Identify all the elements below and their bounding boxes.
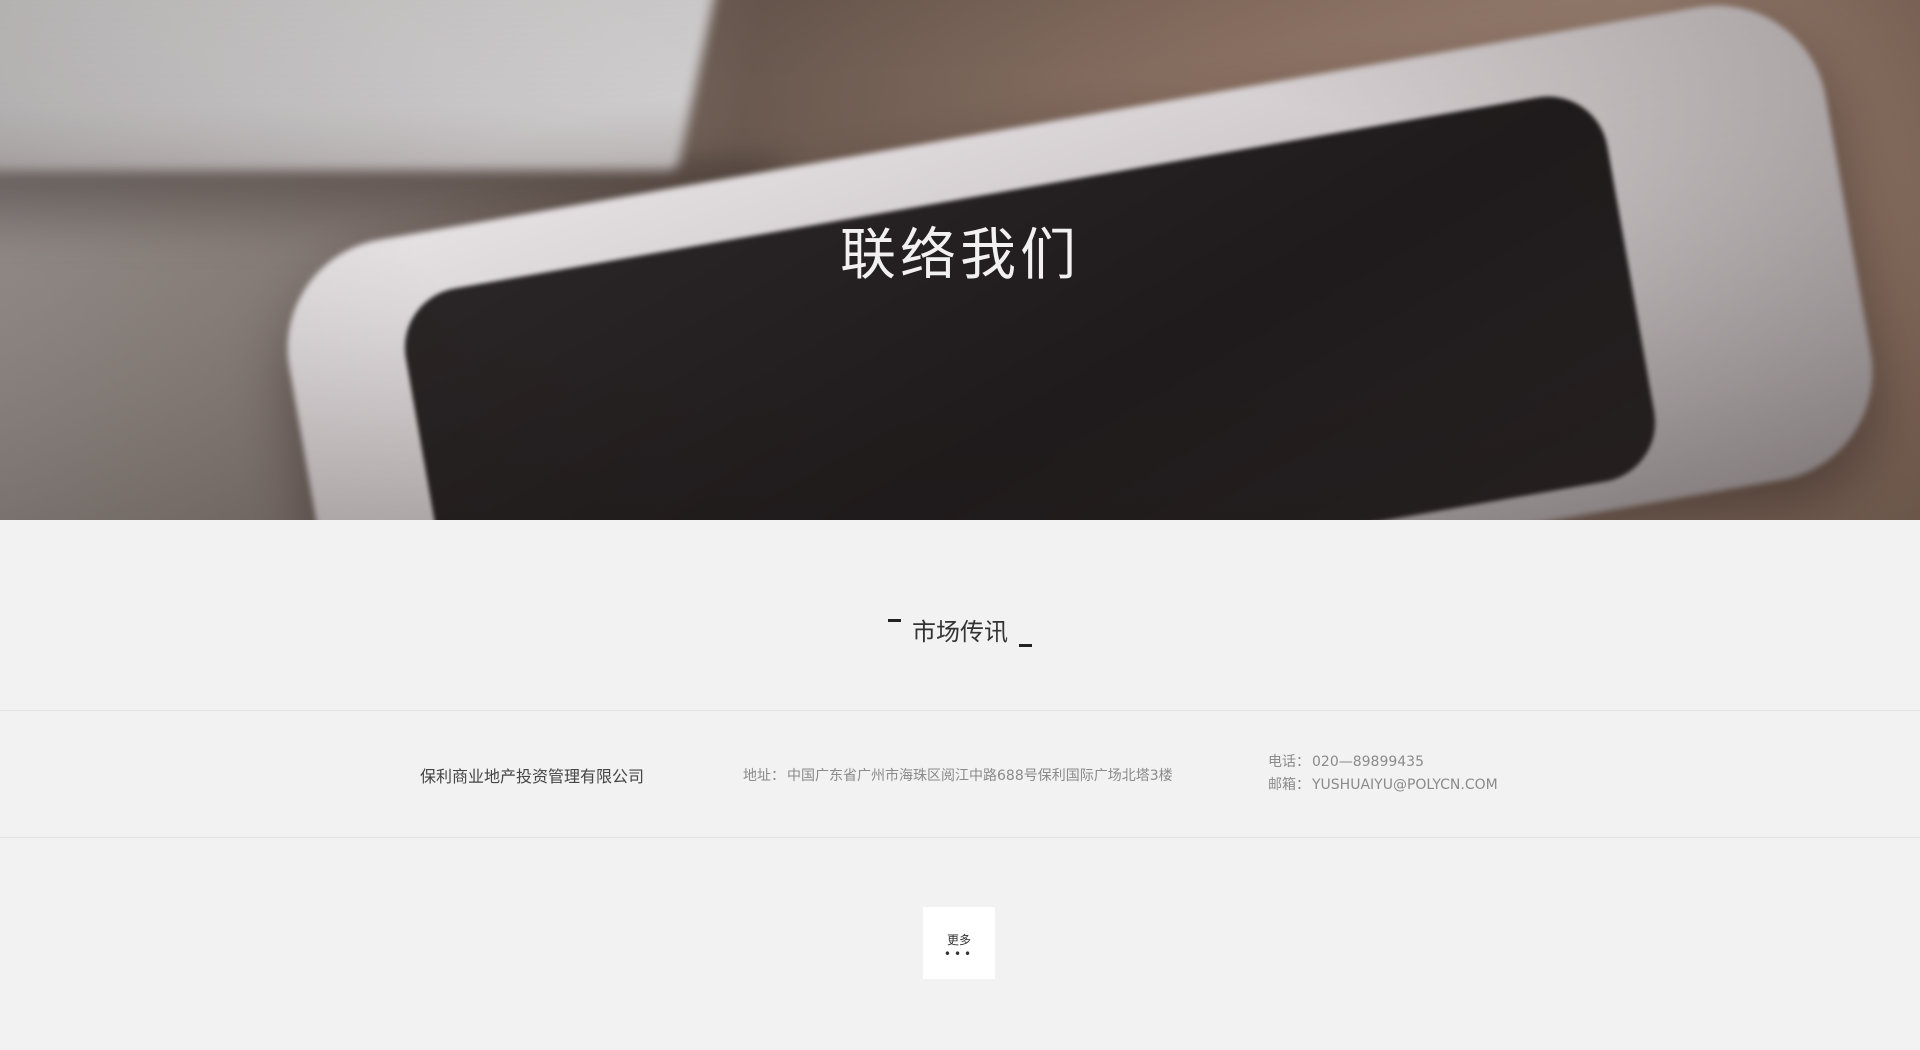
more-button-label: 更多 [946,933,971,947]
email-value[interactable]: YUSHUAIYU@POLYCN.COM [1312,777,1498,793]
company-name: 保利商业地产投资管理有限公司 [420,767,645,786]
hero-banner: 联络我们 [0,0,1920,520]
hero-title: 联络我们 [840,223,1080,288]
section-title: 市场传讯 [912,618,1008,646]
title-left-dash [888,619,901,622]
address: 地址： 中国广东省广州市海珠区阅江中路688号保利国际广场北塔3楼 [743,765,1173,785]
email-label: 邮箱： [1268,777,1310,793]
contact-info-row: 保利商业地产投资管理有限公司 地址： 中国广东省广州市海珠区阅江中路688号保利国… [0,710,1920,838]
phone-row: 电话： 020—89899435 [1268,751,1498,774]
more-dots-icon: ••• [943,947,975,961]
phone-value: 020—89899435 [1312,754,1424,770]
section-header: 市场传讯 [0,612,1920,647]
title-right-dash [1019,644,1032,647]
more-button[interactable]: 更多 ••• [923,907,995,979]
page: 联络我们 市场传讯 保利商业地产投资管理有限公司 地址： 中国广东省广州市海珠区阅… [0,0,1920,1050]
phone-label: 电话： [1268,754,1310,770]
address-label: 地址： [743,768,785,784]
email-row: 邮箱： YUSHUAIYU@POLYCN.COM [1268,774,1498,797]
contact-details: 电话： 020—89899435 邮箱： YUSHUAIYU@POLYCN.COM [1268,751,1498,797]
address-value: 中国广东省广州市海珠区阅江中路688号保利国际广场北塔3楼 [787,768,1173,784]
section-title-container: 市场传讯 [886,612,1034,647]
